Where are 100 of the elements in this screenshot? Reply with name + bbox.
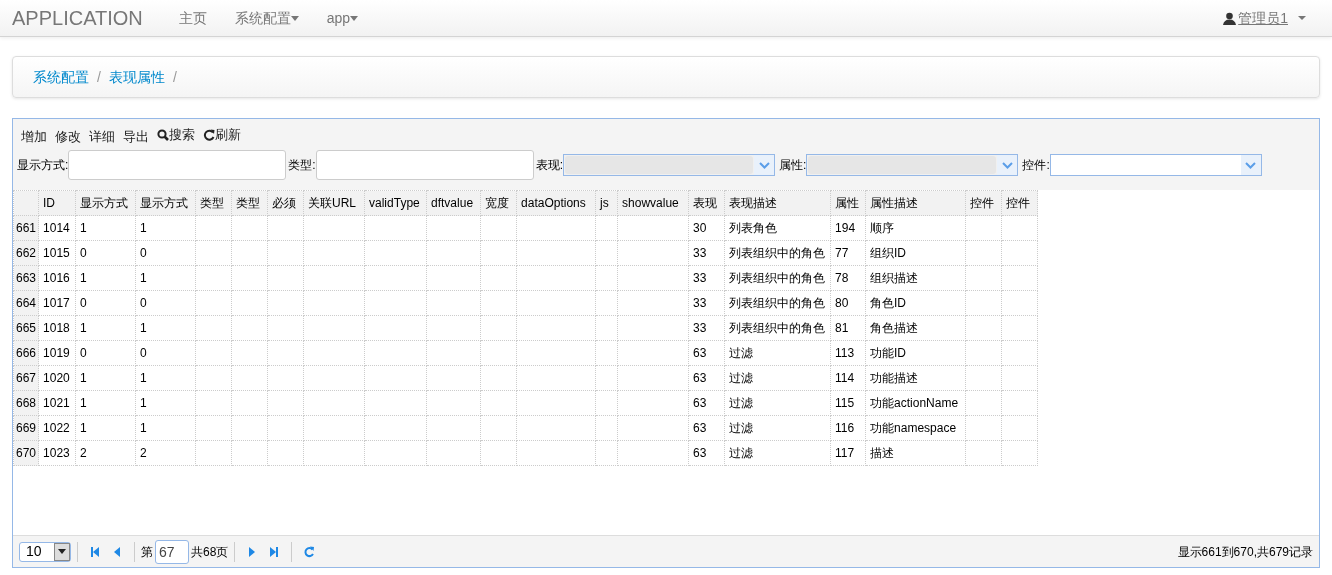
nav-link[interactable]: 系统配置 — [220, 7, 313, 29]
table-cell: 功能描述 — [870, 371, 919, 386]
table-cell: 1014 — [43, 221, 70, 236]
table-cell: 功能namespace — [870, 421, 957, 436]
table-cell: 过滤 — [729, 346, 754, 361]
breadcrumb-link[interactable]: 表现属性 — [108, 66, 165, 88]
breadcrumb-separator: / — [96, 67, 102, 87]
table-cell: 列表组织中的角色 — [729, 246, 826, 261]
table-cell: 81 — [835, 321, 849, 336]
table-cell: 63 — [693, 396, 707, 411]
table-cell: 2 — [140, 446, 147, 461]
table-cell: 0 — [140, 346, 147, 361]
table-cell: 1022 — [43, 421, 70, 436]
table-cell: 1 — [140, 271, 147, 286]
table-cell: 过滤 — [729, 446, 754, 461]
table-cell: 1 — [140, 396, 147, 411]
column-header[interactable]: 表现 — [688, 190, 725, 216]
column-header[interactable]: validType — [364, 190, 427, 216]
table-cell: 117 — [835, 446, 855, 461]
row-number: 662 — [13, 240, 39, 266]
column-header[interactable]: 显示方式 — [135, 190, 196, 216]
column-header[interactable]: dataOptions — [516, 190, 596, 216]
table-cell: 1018 — [43, 321, 70, 336]
column-header[interactable]: 关联URL — [303, 190, 365, 216]
table-cell: 0 — [80, 296, 87, 311]
column-header[interactable]: 类型 — [231, 190, 268, 216]
table-cell: 33 — [693, 321, 707, 336]
page-number-field[interactable]: 67 — [155, 539, 189, 564]
table-cell: 列表角色 — [729, 221, 778, 236]
row-number: 667 — [13, 365, 39, 391]
table-cell: 63 — [693, 446, 707, 461]
table-cell: 1023 — [43, 446, 70, 461]
column-header[interactable]: 表现描述 — [724, 190, 831, 216]
table-cell: 1 — [80, 421, 87, 436]
column-header[interactable]: dftvalue — [426, 190, 481, 216]
last-page-icon — [269, 545, 280, 558]
previous-icon — [112, 545, 122, 558]
table-cell: 0 — [140, 296, 147, 311]
column-header[interactable]: 控件 — [965, 190, 1002, 216]
table-cell: 1 — [80, 396, 87, 411]
table-cell: 列表组织中的角色 — [729, 271, 826, 286]
caret-icon — [58, 549, 66, 554]
row-number: 669 — [13, 415, 39, 441]
table-cell: 33 — [693, 246, 707, 261]
table-cell: 77 — [835, 246, 849, 261]
page-size-select[interactable]: 10 — [19, 541, 71, 562]
select-field[interactable] — [1049, 154, 1262, 177]
toolbar-button[interactable]: 详细 — [85, 124, 119, 149]
brand-logo[interactable]: APPLICATION — [12, 3, 143, 33]
table-cell: 30 — [693, 221, 707, 236]
nav-link[interactable]: app — [312, 7, 373, 29]
column-header[interactable]: js — [595, 190, 618, 216]
column-header[interactable]: 显示方式 — [75, 190, 136, 216]
table-cell: 78 — [835, 271, 849, 286]
toolbar-button[interactable]: 导出 — [119, 124, 153, 149]
table-cell: 116 — [835, 421, 855, 436]
row-number: 668 — [13, 390, 39, 416]
table-cell: 33 — [693, 296, 707, 311]
column-header[interactable]: 属性 — [830, 190, 866, 216]
column-header[interactable]: 控件 — [1001, 190, 1038, 216]
table-cell: 1017 — [43, 296, 70, 311]
column-header[interactable]: ID — [38, 190, 76, 216]
chevron-icon — [1001, 161, 1013, 169]
toolbar-button[interactable]: 刷新 — [199, 123, 245, 147]
search-icon — [157, 128, 169, 141]
table-cell: 1 — [140, 321, 147, 336]
table-cell: 1 — [80, 221, 87, 236]
row-number: 661 — [13, 215, 39, 241]
row-number: 670 — [13, 440, 39, 466]
column-header[interactable]: 必须 — [267, 190, 304, 216]
nav-link[interactable]: 主页 — [164, 7, 221, 29]
table-cell: 63 — [693, 346, 707, 361]
record-summary: 显示661到670,共679记录 — [1177, 543, 1313, 561]
refresh-icon — [203, 128, 215, 141]
table-cell: 113 — [835, 346, 855, 361]
column-header[interactable]: showvalue — [617, 190, 689, 216]
row-number: 666 — [13, 340, 39, 366]
table-cell: 2 — [80, 446, 87, 461]
refresh-icon — [304, 545, 315, 558]
toolbar-button[interactable]: 修改 — [51, 124, 85, 149]
text-field[interactable] — [315, 150, 534, 181]
table-cell: 63 — [693, 371, 707, 386]
toolbar-button[interactable]: 搜索 — [153, 123, 199, 147]
filter-label: 表现: — [535, 157, 564, 175]
table-cell: 描述 — [870, 446, 895, 461]
column-header[interactable]: 属性描述 — [865, 190, 966, 216]
table-cell: 0 — [140, 246, 147, 261]
table-cell: 组织描述 — [870, 271, 919, 286]
column-header[interactable]: 宽度 — [480, 190, 517, 216]
filter-label: 属性: — [779, 157, 807, 175]
row-number: 665 — [13, 315, 39, 341]
user-menu[interactable]: 管理员1 — [1223, 7, 1320, 29]
table-cell: 列表组织中的角色 — [729, 296, 826, 311]
text-field[interactable] — [68, 150, 287, 181]
breadcrumb-link[interactable]: 系统配置 — [33, 66, 89, 88]
column-header[interactable]: 类型 — [195, 190, 232, 216]
toolbar-button[interactable]: 增加 — [17, 124, 51, 149]
caret-icon — [350, 16, 359, 22]
table-cell: 194 — [835, 221, 856, 236]
table-cell: 115 — [835, 396, 855, 411]
